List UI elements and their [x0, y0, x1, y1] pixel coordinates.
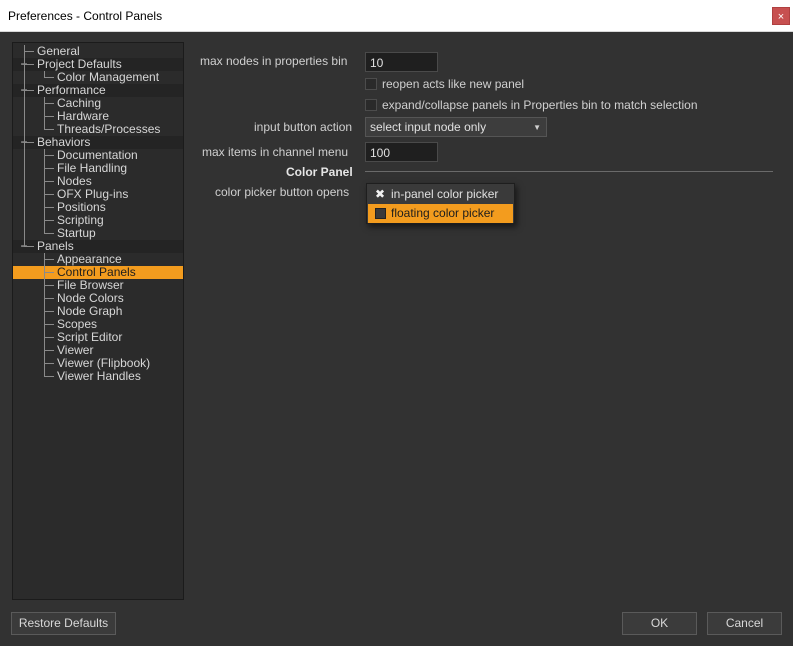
tree-item[interactable]: Node Graph	[13, 305, 183, 318]
tree-connector	[44, 272, 54, 273]
tree-connector	[24, 45, 25, 246]
window-title: Preferences - Control Panels	[8, 9, 163, 23]
tree-connector	[44, 129, 54, 130]
tree-item[interactable]: Viewer Handles	[13, 370, 183, 383]
option-label: in-panel color picker	[391, 187, 499, 201]
color-panel-title: Color Panel	[286, 165, 353, 179]
color-picker-label: color picker button opens	[215, 185, 350, 199]
tree-connector	[44, 97, 45, 130]
tree-connector	[44, 337, 54, 338]
tree-item-label: Viewer Handles	[57, 369, 141, 383]
max-nodes-label: max nodes in properties bin	[200, 54, 348, 68]
option-label: floating color picker	[391, 206, 495, 220]
option-checkbox-icon	[375, 208, 386, 219]
tree-connector	[44, 376, 54, 377]
tree-connector	[24, 142, 34, 143]
tree-connector	[44, 194, 54, 195]
tree-connector	[24, 51, 34, 52]
tree-connector	[44, 71, 45, 78]
tree-connector	[44, 363, 54, 364]
tree-item[interactable]: File Handling	[13, 162, 183, 175]
tree-connector	[44, 116, 54, 117]
cancel-button[interactable]: Cancel	[707, 612, 782, 635]
tree-connector	[24, 64, 34, 65]
tree-connector	[44, 207, 54, 208]
input-button-action-label: input button action	[254, 120, 353, 134]
max-nodes-field[interactable]: 10	[365, 52, 438, 72]
tree-connector	[44, 103, 54, 104]
tree-connector	[24, 90, 34, 91]
restore-defaults-button[interactable]: Restore Defaults	[11, 612, 116, 635]
section-divider	[365, 171, 773, 172]
tree-item[interactable]: Script Editor	[13, 331, 183, 344]
tree-connector	[44, 233, 54, 234]
option-in-panel-color-picker[interactable]: ✖ in-panel color picker	[368, 185, 513, 204]
tree-connector	[44, 259, 54, 260]
tree-connector	[44, 77, 54, 78]
check-icon: ✖	[374, 187, 386, 201]
tree-connector	[44, 298, 54, 299]
reopen-label: reopen acts like new panel	[382, 77, 525, 91]
input-button-action-select[interactable]: select input node only ▼	[365, 117, 547, 137]
tree-connector	[44, 220, 54, 221]
max-items-label: max items in channel menu	[202, 145, 349, 159]
max-items-field[interactable]: 100	[365, 142, 438, 162]
ok-button[interactable]: OK	[622, 612, 697, 635]
input-button-action-value: select input node only	[370, 120, 487, 134]
tree-connector	[44, 350, 54, 351]
tree-connector	[44, 168, 54, 169]
color-picker-dropdown-list: ✖ in-panel color picker floating color p…	[366, 183, 515, 224]
tree-connector	[44, 311, 54, 312]
tree-item[interactable]: Scripting	[13, 214, 183, 227]
chevron-down-icon: ▼	[533, 123, 541, 132]
tree-connector	[44, 149, 45, 234]
reopen-checkbox[interactable]	[365, 78, 377, 90]
expand-collapse-checkbox[interactable]	[365, 99, 377, 111]
tree-connector	[44, 285, 54, 286]
expand-collapse-label: expand/collapse panels in Properties bin…	[382, 98, 698, 112]
tree-connector	[24, 246, 34, 247]
preferences-tree[interactable]: General−Project DefaultsColor Management…	[12, 42, 184, 600]
option-floating-color-picker[interactable]: floating color picker	[368, 204, 513, 223]
tree-connector	[44, 324, 54, 325]
close-icon[interactable]: ×	[772, 7, 790, 25]
title-bar: Preferences - Control Panels ×	[0, 0, 793, 32]
tree-connector	[44, 155, 54, 156]
tree-connector	[44, 253, 45, 377]
tree-connector	[44, 181, 54, 182]
